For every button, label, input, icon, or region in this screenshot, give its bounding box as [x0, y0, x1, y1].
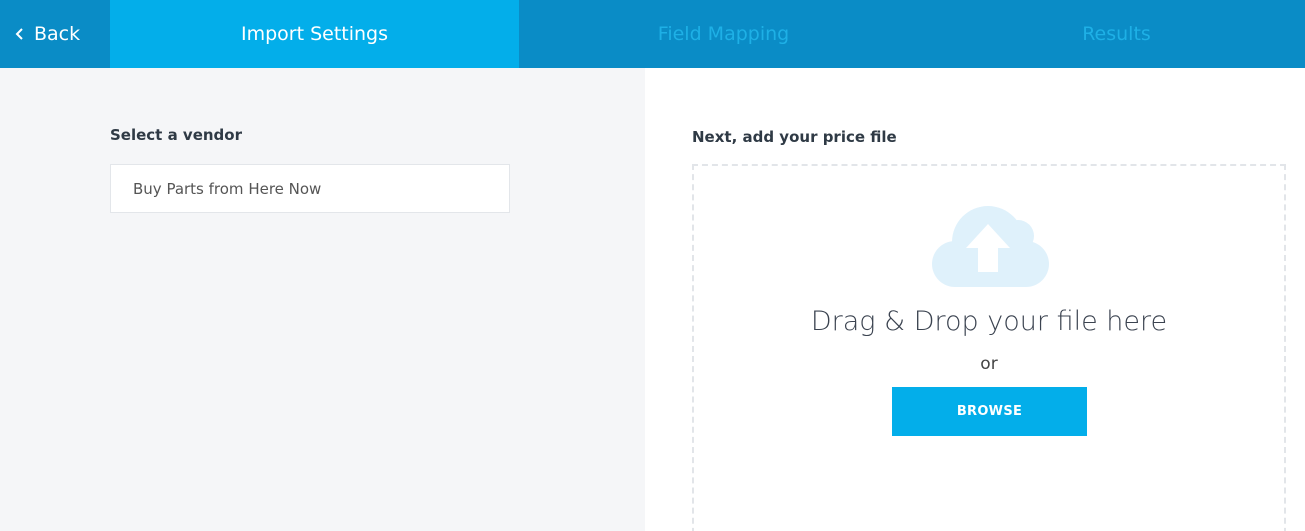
- browse-button[interactable]: BROWSE: [892, 387, 1087, 436]
- step-results[interactable]: Results: [928, 0, 1305, 68]
- upload-label: Next, add your price file: [692, 128, 897, 146]
- step-import-settings[interactable]: Import Settings: [110, 0, 519, 68]
- chevron-left-icon: [15, 28, 23, 40]
- step-field-mapping[interactable]: Field Mapping: [519, 0, 928, 68]
- vendor-panel: Select a vendor Buy Parts from Here Now: [0, 68, 645, 531]
- file-dropzone[interactable]: Drag & Drop your file here or BROWSE: [692, 164, 1286, 531]
- vendor-value: Buy Parts from Here Now: [133, 179, 322, 198]
- cloud-upload-icon: [932, 206, 1049, 287]
- vendor-label: Select a vendor: [110, 126, 242, 144]
- vendor-select[interactable]: Buy Parts from Here Now: [110, 164, 510, 213]
- back-button[interactable]: Back: [0, 0, 110, 68]
- wizard-header: Back Import Settings Field Mapping Resul…: [0, 0, 1305, 68]
- back-label: Back: [34, 23, 81, 45]
- or-separator: or: [980, 354, 998, 374]
- drop-instruction: Drag & Drop your file here: [810, 306, 1168, 337]
- upload-panel: Next, add your price file Drag & Drop yo…: [645, 68, 1305, 531]
